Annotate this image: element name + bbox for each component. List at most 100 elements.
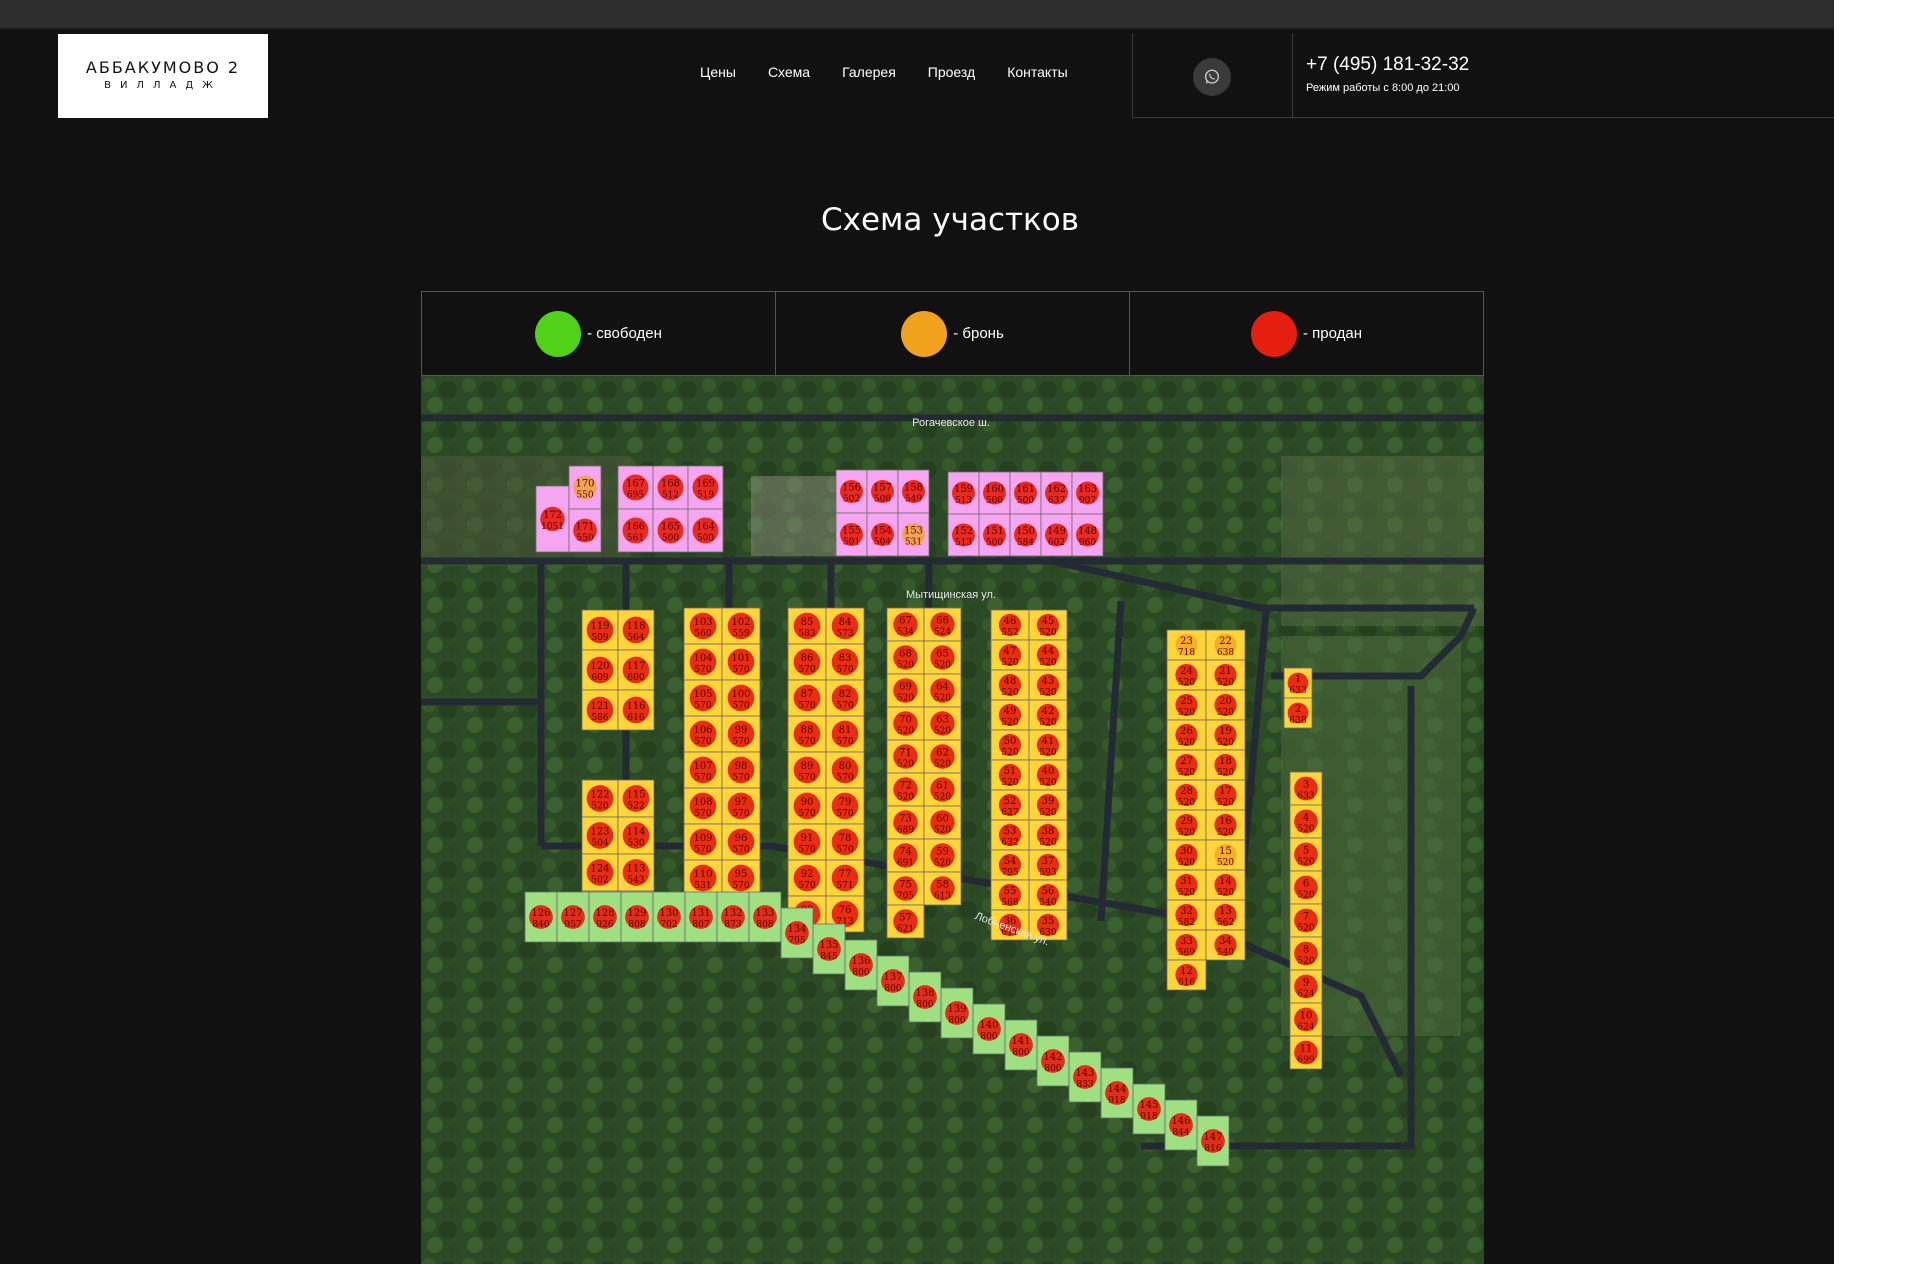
plot-139[interactable]: 139800 [940,987,974,1039]
plot-172[interactable]: 1721051 [535,485,570,553]
plot-23[interactable]: 23718 [1166,629,1207,661]
nav-scheme[interactable]: Схема [768,64,810,88]
plot-5[interactable]: 5520 [1289,837,1323,872]
plot-122[interactable]: 122520 [581,779,619,818]
plot-28[interactable]: 28520 [1166,779,1207,811]
plot-81[interactable]: 81570 [825,715,865,753]
plot-133[interactable]: 133808 [748,891,782,943]
plot-61[interactable]: 61520 [923,772,962,807]
plot-75[interactable]: 75705 [886,871,925,906]
plot-42[interactable]: 42520 [1028,699,1068,731]
plot-132[interactable]: 132873 [716,891,750,943]
plot-39[interactable]: 39520 [1028,789,1068,821]
plot-71[interactable]: 71520 [886,739,925,774]
plot-52[interactable]: 52627 [990,789,1030,821]
plot-97[interactable]: 97570 [721,787,761,825]
plot-136[interactable]: 136800 [844,939,878,991]
plot-67[interactable]: 67534 [886,607,925,642]
plot-57[interactable]: 57621 [886,904,925,939]
plot-84[interactable]: 84573 [825,607,865,645]
plot-43[interactable]: 43520 [1028,669,1068,701]
plot-151[interactable]: 151500 [978,513,1011,557]
plot-105[interactable]: 105570 [683,679,723,717]
plot-119[interactable]: 119509 [581,609,619,651]
plot-118[interactable]: 118564 [617,609,655,651]
plot-144[interactable]: 144918 [1100,1067,1134,1119]
plot-127[interactable]: 127957 [556,891,590,943]
plot-163[interactable]: 163907 [1071,471,1104,515]
plot-87[interactable]: 87570 [787,679,827,717]
plot-154[interactable]: 154504 [866,512,899,557]
plot-13[interactable]: 13562 [1205,899,1246,931]
plot-54[interactable]: 54795 [990,849,1030,881]
plot-101[interactable]: 101570 [721,643,761,681]
plot-147[interactable]: 147816 [1196,1115,1230,1167]
plot-30[interactable]: 30520 [1166,839,1207,871]
plot-106[interactable]: 106570 [683,715,723,753]
plot-22[interactable]: 22638 [1205,629,1246,661]
plot-116[interactable]: 116616 [617,689,655,731]
plot-114[interactable]: 114530 [617,816,655,855]
plot-48[interactable]: 48520 [990,669,1030,701]
plot-73[interactable]: 73689 [886,805,925,840]
plot-55[interactable]: 55568 [990,879,1030,911]
plot-10[interactable]: 10624 [1289,1002,1323,1037]
plot-130[interactable]: 130702 [652,891,686,943]
plot-44[interactable]: 44520 [1028,639,1068,671]
plot-99[interactable]: 99570 [721,715,761,753]
plot-89[interactable]: 89570 [787,751,827,789]
plot-102[interactable]: 102559 [721,607,761,645]
plot-26[interactable]: 26520 [1166,719,1207,751]
whatsapp-button[interactable] [1193,58,1231,96]
plot-171[interactable]: 171550 [568,508,602,553]
plot-148[interactable]: 148960 [1071,513,1104,557]
plot-50[interactable]: 50520 [990,729,1030,761]
plot-78[interactable]: 78570 [825,823,865,861]
plot-124[interactable]: 124502 [581,853,619,892]
plot-6[interactable]: 6520 [1289,870,1323,905]
plot-85[interactable]: 85583 [787,607,827,645]
plot-46[interactable]: 46552 [990,609,1030,641]
plot-121[interactable]: 121586 [581,689,619,731]
plot-103[interactable]: 103560 [683,607,723,645]
plot-150[interactable]: 150584 [1009,513,1042,557]
plot-7[interactable]: 7520 [1289,903,1323,938]
plot-74[interactable]: 74691 [886,838,925,873]
plot-128[interactable]: 128926 [588,891,622,943]
plot-131[interactable]: 131807 [684,891,718,943]
plot-117[interactable]: 117600 [617,649,655,691]
plot-4[interactable]: 4520 [1289,804,1323,839]
plot-19[interactable]: 19520 [1205,719,1246,751]
plot-18[interactable]: 18520 [1205,749,1246,781]
plot-47[interactable]: 47520 [990,639,1030,671]
nav-directions[interactable]: Проезд [928,64,975,88]
plot-95[interactable]: 95570 [721,859,761,897]
nav-contacts[interactable]: Контакты [1007,64,1067,88]
plot-126[interactable]: 126840 [524,891,558,943]
plot-164[interactable]: 164500 [687,508,724,553]
plot-80[interactable]: 80570 [825,751,865,789]
plot-110[interactable]: 110531 [683,859,723,897]
plot-8[interactable]: 8520 [1289,936,1323,971]
plot-32[interactable]: 32582 [1166,899,1207,931]
plot-158[interactable]: 158549 [897,469,930,514]
plot-155[interactable]: 155501 [835,512,868,557]
plot-72[interactable]: 72520 [886,772,925,807]
plot-137[interactable]: 137800 [876,955,910,1007]
plot-15[interactable]: 15520 [1205,839,1246,871]
plot-24[interactable]: 24520 [1166,659,1207,691]
plot-66[interactable]: 66524 [923,607,962,642]
plot-11[interactable]: 11699 [1289,1035,1323,1070]
plot-16[interactable]: 16520 [1205,809,1246,841]
plot-56[interactable]: 56540 [1028,879,1068,911]
plot-91[interactable]: 91570 [787,823,827,861]
plot-63[interactable]: 63520 [923,706,962,741]
plot-33[interactable]: 33569 [1166,929,1207,961]
plot-14[interactable]: 14520 [1205,869,1246,901]
plot-100[interactable]: 100570 [721,679,761,717]
plot-138[interactable]: 138800 [908,971,942,1023]
plot-149[interactable]: 149602 [1040,513,1073,557]
plot-120[interactable]: 120609 [581,649,619,691]
plot-86[interactable]: 86570 [787,643,827,681]
plot-167[interactable]: 167695 [617,465,654,510]
